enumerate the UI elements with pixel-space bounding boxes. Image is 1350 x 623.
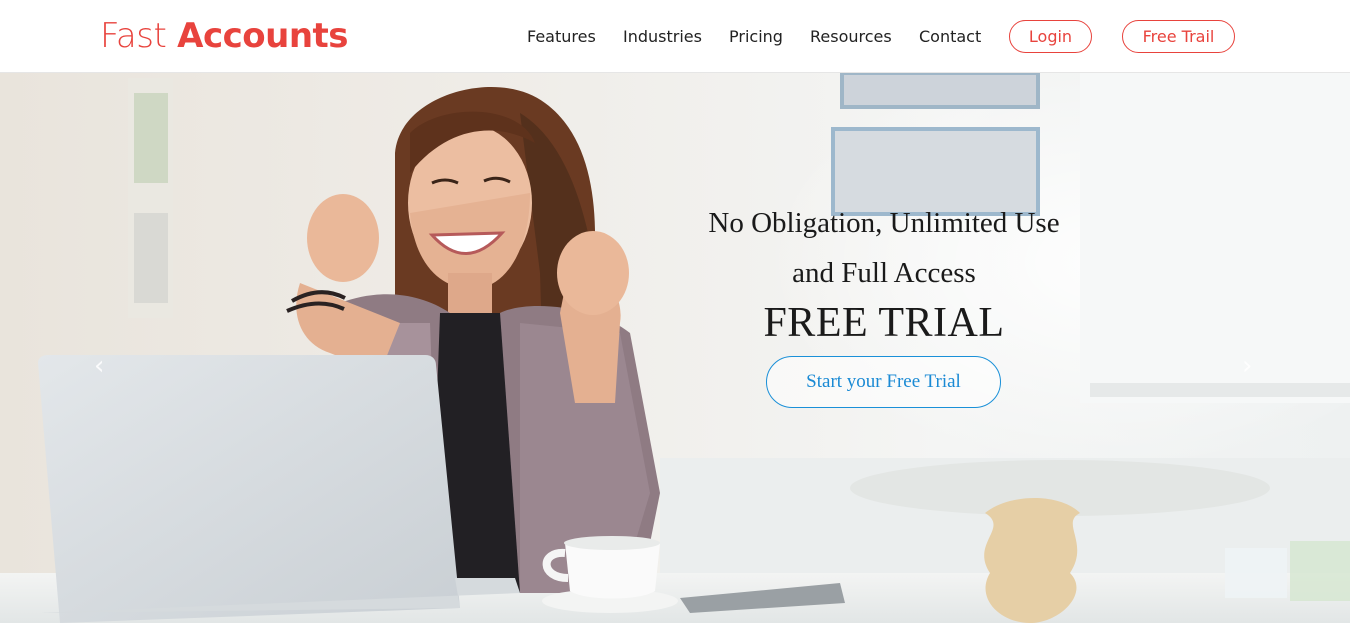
nav-industries[interactable]: Industries (623, 26, 702, 48)
nav-contact[interactable]: Contact (919, 26, 981, 48)
hero-line-1: No Obligation, Unlimited Use (708, 207, 1060, 239)
hero-line-2: and Full Access (792, 257, 976, 289)
free-trial-button[interactable]: Free Trail (1122, 20, 1235, 53)
site-header: Fast Accounts Features Industries Pricin… (0, 0, 1350, 73)
nav-resources[interactable]: Resources (810, 26, 892, 48)
nav-pricing[interactable]: Pricing (729, 26, 783, 48)
brand-name-light: Fast (100, 16, 167, 56)
carousel-next[interactable]: › (1242, 351, 1252, 381)
hero-photo (0, 73, 1350, 623)
hero-headline: FREE TRIAL (763, 300, 1005, 346)
hero-text-block: No Obligation, Unlimited Use and Full Ac… (684, 203, 1084, 349)
nav-features[interactable]: Features (527, 26, 596, 48)
start-free-trial-button[interactable]: Start your Free Trial (766, 356, 1001, 408)
hero-banner: ‹ › No Obligation, Unlimited Use and Ful… (0, 73, 1350, 623)
login-button[interactable]: Login (1009, 20, 1092, 53)
brand-name-bold: Accounts (177, 16, 349, 56)
carousel-prev[interactable]: ‹ (94, 351, 104, 381)
brand-logo[interactable]: Fast Accounts (100, 14, 349, 58)
